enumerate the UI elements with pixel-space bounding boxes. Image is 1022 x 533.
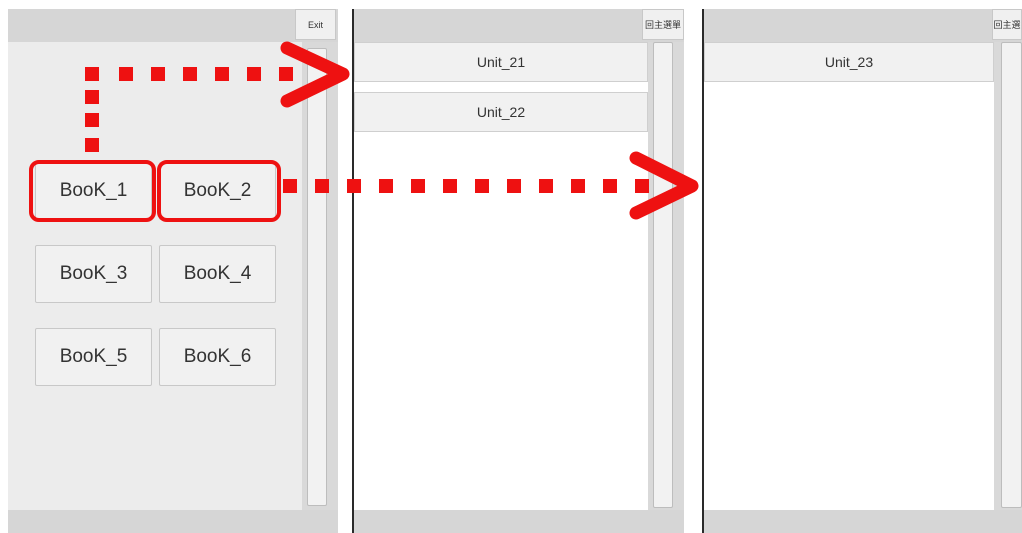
bottom-bar: [8, 510, 338, 533]
top-bar: [8, 9, 338, 42]
book-6-button[interactable]: BooK_6: [159, 328, 276, 386]
exit-button[interactable]: Exit: [295, 9, 336, 40]
top-bar: [704, 9, 1022, 42]
unit-21-button[interactable]: Unit_21: [354, 42, 648, 82]
bottom-bar: [354, 510, 684, 533]
scrollbar[interactable]: [653, 42, 673, 508]
scrollbar[interactable]: [307, 48, 327, 506]
bottom-bar: [704, 510, 1022, 533]
book-2-highlight: [157, 160, 281, 222]
top-bar: [354, 9, 684, 42]
main-menu-button[interactable]: 回主選單: [642, 9, 684, 40]
book-4-button[interactable]: BooK_4: [159, 245, 276, 303]
book-3-button[interactable]: BooK_3: [35, 245, 152, 303]
unit-list-panel-book-2: 回主選 Unit_23: [704, 9, 1022, 533]
main-menu-button[interactable]: 回主選: [992, 9, 1022, 40]
unit-list-panel-book-1: 回主選單 Unit_21 Unit_22: [354, 9, 684, 533]
scrollbar[interactable]: [1001, 42, 1022, 508]
book-menu-panel: Exit BooK_1 BooK_2 BooK_3 BooK_4 BooK_5 …: [8, 9, 338, 533]
unit-23-button[interactable]: Unit_23: [704, 42, 994, 82]
book-1-highlight: [29, 160, 156, 222]
book-5-button[interactable]: BooK_5: [35, 328, 152, 386]
unit-22-button[interactable]: Unit_22: [354, 92, 648, 132]
